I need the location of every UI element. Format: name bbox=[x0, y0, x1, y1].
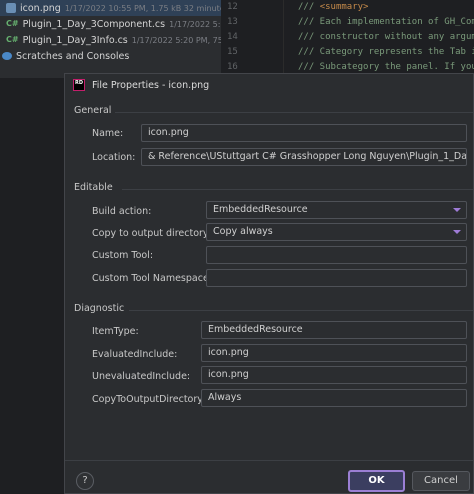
unevaluated-include-field[interactable]: icon.png bbox=[201, 366, 467, 384]
section-divider bbox=[115, 112, 473, 113]
chevron-down-icon bbox=[453, 208, 461, 212]
item-type-field[interactable]: EmbeddedResource bbox=[201, 321, 467, 339]
project-tree: icon.png 1/17/2022 10:55 PM, 1.75 kB 32 … bbox=[0, 0, 221, 78]
tree-item-icon-png[interactable]: icon.png 1/17/2022 10:55 PM, 1.75 kB 32 … bbox=[0, 0, 221, 16]
copy-output-label: Copy to output directory: bbox=[92, 228, 212, 239]
tree-item-name: Plugin_1_Day_3Component.cs bbox=[22, 18, 166, 30]
custom-tool-label: Custom Tool: bbox=[92, 250, 154, 261]
build-action-value: EmbeddedResource bbox=[213, 204, 308, 215]
copy-to-output-directory-label: CopyToOutputDirectory: bbox=[92, 394, 206, 405]
location-field[interactable]: & Reference\UStuttgart C# Grasshopper Lo… bbox=[141, 148, 467, 166]
section-diagnostic-label: Diagnostic bbox=[74, 303, 125, 314]
copy-output-value: Copy always bbox=[213, 226, 273, 237]
evaluated-include-field[interactable]: icon.png bbox=[201, 344, 467, 362]
section-divider bbox=[122, 189, 473, 190]
code-line: /// Category represents the Tab in bbox=[298, 47, 474, 57]
tree-item-meta: 1/17/2022 5:03 PM, 2.19 kB bbox=[169, 19, 221, 29]
dialog-title: File Properties - icon.png bbox=[92, 79, 210, 91]
build-action-dropdown[interactable]: EmbeddedResource bbox=[206, 201, 467, 219]
line-number: 15 bbox=[227, 47, 238, 57]
tree-item-meta: 1/17/2022 10:55 PM, 1.75 kB 32 minutes a… bbox=[64, 3, 221, 13]
tree-item-name: Scratches and Consoles bbox=[16, 50, 130, 62]
ok-button[interactable]: OK bbox=[348, 470, 405, 492]
tree-item-name: Plugin_1_Day_3Info.cs bbox=[22, 34, 128, 46]
item-type-label: ItemType: bbox=[92, 326, 139, 337]
code-comment: /// bbox=[298, 2, 320, 12]
code-line: /// <summary> bbox=[284, 0, 474, 15]
scratches-icon bbox=[2, 52, 12, 60]
footer-divider bbox=[65, 460, 473, 461]
evaluated-include-label: EvaluatedInclude: bbox=[92, 349, 178, 360]
copy-output-dropdown[interactable]: Copy always bbox=[206, 223, 467, 241]
image-file-icon bbox=[6, 3, 16, 13]
custom-tool-namespace-label: Custom Tool Namespace: bbox=[92, 273, 212, 284]
line-number: 14 bbox=[227, 32, 238, 42]
code-editor[interactable]: /// <summary> /// Each implementation of… bbox=[283, 0, 474, 78]
unevaluated-include-label: UnevaluatedInclude: bbox=[92, 371, 191, 382]
rider-logo-icon: RD bbox=[73, 79, 85, 91]
name-label: Name: bbox=[92, 128, 124, 139]
code-line: /// Each implementation of GH_Comp bbox=[298, 17, 474, 27]
tree-item-component-cs[interactable]: C# Plugin_1_Day_3Component.cs 1/17/2022 … bbox=[0, 16, 221, 32]
help-button[interactable]: ? bbox=[76, 472, 94, 490]
code-doc-tag: <summary> bbox=[319, 2, 369, 12]
csharp-file-icon: C# bbox=[6, 19, 19, 28]
line-number: 13 bbox=[227, 17, 238, 27]
location-label: Location: bbox=[92, 152, 136, 163]
chevron-down-icon bbox=[453, 230, 461, 234]
tree-item-info-cs[interactable]: C# Plugin_1_Day_3Info.cs 1/17/2022 5:20 … bbox=[0, 32, 221, 48]
section-general-label: General bbox=[74, 105, 112, 116]
dialog-titlebar[interactable]: RD File Properties - icon.png bbox=[65, 74, 473, 96]
section-editable-label: Editable bbox=[74, 182, 113, 193]
tree-item-meta: 1/17/2022 5:20 PM, 756 B 2 m bbox=[131, 35, 221, 45]
csharp-file-icon: C# bbox=[6, 35, 19, 44]
name-field[interactable]: icon.png bbox=[141, 124, 467, 142]
tree-item-scratches[interactable]: Scratches and Consoles bbox=[0, 48, 221, 64]
copy-to-output-directory-field[interactable]: Always bbox=[201, 389, 467, 407]
custom-tool-input[interactable] bbox=[206, 246, 467, 264]
custom-tool-namespace-input[interactable] bbox=[206, 269, 467, 287]
section-divider bbox=[129, 310, 473, 311]
cancel-button[interactable]: Cancel bbox=[412, 471, 470, 491]
line-number: 12 bbox=[227, 2, 238, 12]
tree-item-name: icon.png bbox=[20, 2, 61, 14]
build-action-label: Build action: bbox=[92, 206, 152, 217]
editor-gutter: 12 13 14 15 16 bbox=[221, 0, 283, 78]
code-line: /// constructor without any argume bbox=[298, 32, 474, 42]
file-properties-dialog: RD File Properties - icon.png General Na… bbox=[64, 73, 474, 494]
